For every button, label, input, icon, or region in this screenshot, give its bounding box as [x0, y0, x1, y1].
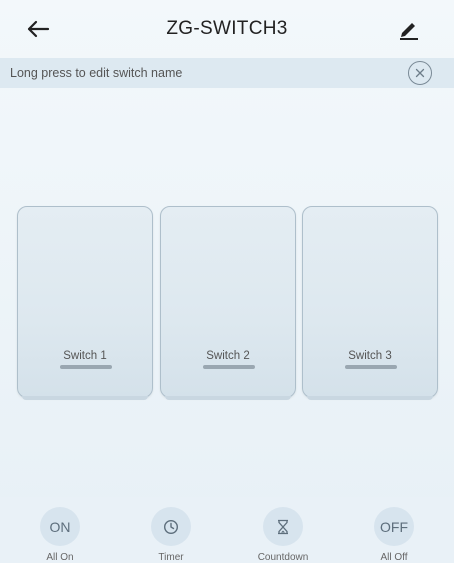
switch-1[interactable]: Switch 1	[17, 206, 153, 400]
clock-icon	[151, 507, 191, 546]
switch-label: Switch 2	[206, 350, 250, 362]
hint-text: Long press to edit switch name	[10, 66, 183, 80]
bottom-action-bar: ON All On Timer Countdown OFF All Off	[0, 497, 454, 563]
all-off-label: All Off	[380, 552, 408, 563]
all-on-label: All On	[46, 552, 74, 563]
back-button[interactable]	[22, 15, 54, 43]
switch-indicator	[60, 365, 112, 369]
off-icon: OFF	[374, 507, 414, 546]
app-header: ZG-SWITCH3	[0, 0, 454, 58]
switch-indicator	[203, 365, 255, 369]
switch-3[interactable]: Switch 3	[302, 206, 438, 400]
hourglass-icon	[263, 507, 303, 546]
arrow-left-icon	[27, 20, 50, 38]
switch-panel: Switch 1 Switch 2 Switch 3	[17, 206, 439, 400]
on-icon: ON	[40, 507, 80, 546]
switch-base	[22, 396, 148, 400]
edit-button[interactable]	[394, 15, 424, 43]
hint-close-button[interactable]	[408, 61, 432, 85]
switch-label: Switch 3	[348, 350, 392, 362]
switch-base	[307, 396, 433, 400]
switch-indicator	[345, 365, 397, 369]
page-title: ZG-SWITCH3	[166, 18, 288, 39]
close-circle-icon	[415, 68, 425, 78]
switch-2[interactable]: Switch 2	[160, 206, 296, 400]
countdown-label: Countdown	[257, 552, 309, 563]
countdown-button[interactable]: Countdown	[247, 507, 319, 563]
timer-label: Timer	[158, 552, 184, 563]
timer-button[interactable]: Timer	[135, 507, 207, 563]
switch-label: Switch 1	[63, 350, 107, 362]
all-on-button[interactable]: ON All On	[24, 507, 96, 563]
hint-bar: Long press to edit switch name	[0, 58, 454, 88]
pencil-icon	[400, 23, 418, 40]
switch-base	[165, 396, 291, 400]
all-off-button[interactable]: OFF All Off	[358, 507, 430, 563]
